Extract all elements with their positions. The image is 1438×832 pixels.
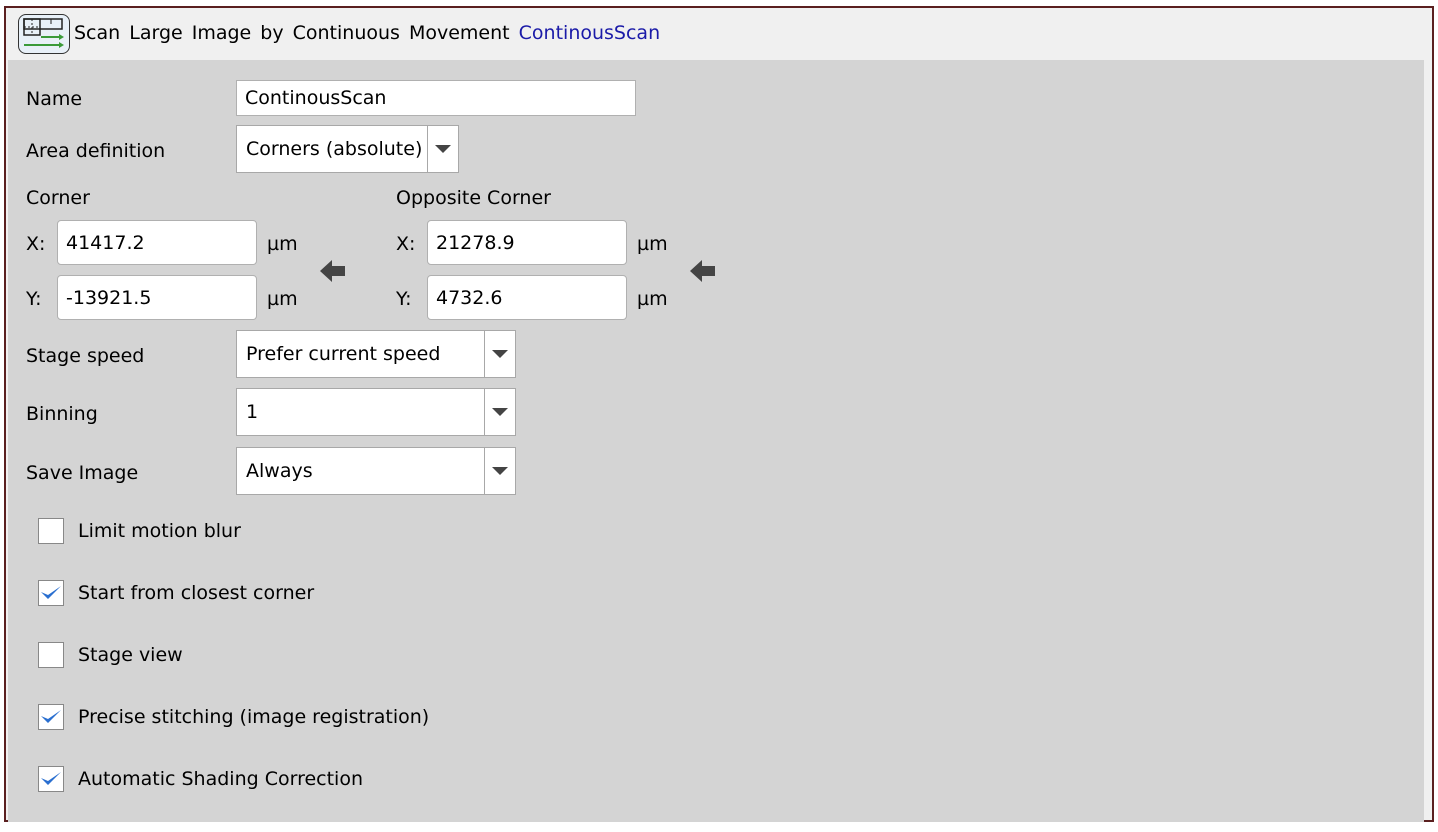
chevron-down-icon[interactable] [427,126,458,172]
checkbox[interactable] [38,766,64,792]
checkmark-icon [41,772,61,785]
stage-speed-select[interactable]: Prefer current speed [236,330,516,378]
settings-panel: Name ContinousScan Area definition Corne… [8,60,1424,822]
save-image-select[interactable]: Always [236,447,516,495]
chevron-down-icon[interactable] [484,331,515,377]
checkbox-label[interactable]: Stage view [78,644,183,666]
scan-grid-icon [18,14,70,54]
dialog-title: Scan Large Image by Continuous Movement … [74,22,661,44]
opposite-x-input[interactable]: 21278.9 [427,220,627,265]
unit-label: µm [637,288,668,310]
checkmark-icon [41,710,61,723]
opposite-y-label: Y: [396,288,412,310]
checkbox[interactable] [38,580,64,606]
corner-x-label: X: [26,233,46,255]
unit-label: µm [267,288,298,310]
corner-y-input[interactable]: -13921.5 [57,275,257,320]
corner-label: Corner [26,187,90,209]
arrow-left-icon[interactable] [318,258,348,284]
unit-label: µm [267,233,298,255]
name-input[interactable]: ContinousScan [236,80,636,116]
checkbox-label[interactable]: Precise stitching (image registration) [78,706,429,728]
unit-label: µm [637,233,668,255]
area-definition-select[interactable]: Corners (absolute) [236,125,459,173]
area-definition-label: Area definition [26,140,166,162]
opposite-x-label: X: [396,233,416,255]
corner-y-label: Y: [26,288,42,310]
binning-label: Binning [26,403,98,425]
dialog-frame: Scan Large Image by Continuous Movement … [4,6,1434,822]
binning-select[interactable]: 1 [236,388,516,436]
checkmark-icon [41,586,61,599]
name-label: Name [26,88,83,110]
checkbox[interactable] [38,704,64,730]
opposite-corner-label: Opposite Corner [396,187,551,209]
corner-x-input[interactable]: 41417.2 [57,220,257,265]
chevron-down-icon[interactable] [484,389,515,435]
header: Scan Large Image by Continuous Movement … [6,8,1432,60]
checkbox-label[interactable]: Automatic Shading Correction [78,768,363,790]
opposite-y-input[interactable]: 4732.6 [427,275,627,320]
checkbox-label[interactable]: Limit motion blur [78,520,241,542]
save-image-label: Save Image [26,462,139,484]
checkbox-label[interactable]: Start from closest corner [78,582,314,604]
stage-speed-label: Stage speed [26,345,145,367]
chevron-down-icon[interactable] [484,448,515,494]
experiment-name: ContinousScan [518,22,661,44]
arrow-left-icon[interactable] [688,258,718,284]
checkbox[interactable] [38,642,64,668]
checkbox[interactable] [38,518,64,544]
